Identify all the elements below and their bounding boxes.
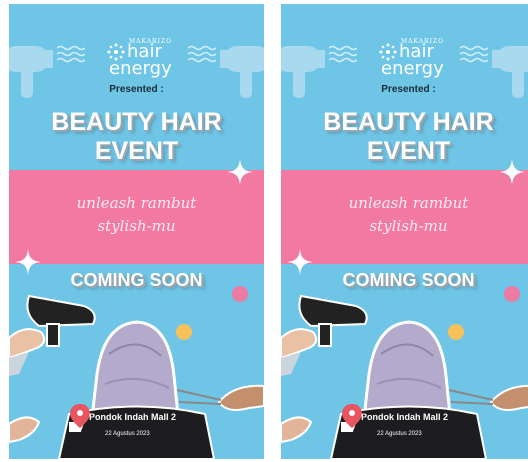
event-title: BEAUTY HAIR EVENT [281,108,528,166]
title-line-2: EVENT [366,137,451,165]
tagline-line-2: stylish-mu [97,217,176,235]
event-date: 22 Agustus 2023 [105,431,150,437]
title-line-2: EVENT [94,137,179,165]
tagline: unleash rambut stylish-mu [9,192,264,238]
title-line-1: BEAUTY HAIR [323,108,494,136]
event-date: 22 Agustus 2023 [377,431,422,437]
presented-label: Presented : [381,84,436,95]
sparkle-icon [227,159,253,185]
sparkle-icon [499,159,525,185]
poster-right: MAKARIZO hair energy Presented : BEAUTY … [281,4,528,459]
event-title: BEAUTY HAIR EVENT [9,108,264,166]
tagline-line-1: unleash rambut [348,194,469,212]
tagline: unleash rambut stylish-mu [281,192,528,238]
location-pin-icon [69,404,90,432]
tagline-line-1: unleash rambut [76,194,197,212]
title-line-1: BEAUTY HAIR [51,108,222,136]
presented-label: Presented : [109,84,164,95]
poster-left: MAKARIZO hair energy Presented : BEAUTY … [9,4,264,459]
brand-energy-text: energy [381,58,444,79]
location-pin-icon [341,404,362,432]
tagline-line-2: stylish-mu [369,217,448,235]
location-name: Pondok Indah Mall 2 [361,412,449,422]
location-name: Pondok Indah Mall 2 [89,412,177,422]
brand-energy-text: energy [109,58,172,79]
